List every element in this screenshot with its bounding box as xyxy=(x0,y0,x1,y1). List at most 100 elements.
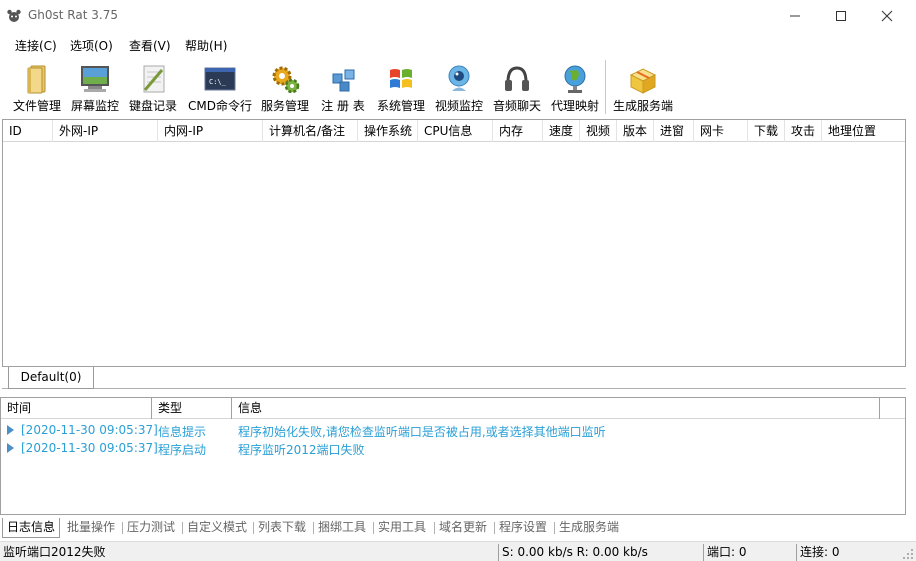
minimize-icon xyxy=(790,15,800,16)
notepad-icon xyxy=(143,65,165,93)
log-row[interactable]: [2020-11-30 09:05:37] 程序启动 程序监听2012端口失败 xyxy=(1,439,905,457)
toolbar: 文件管理 屏幕监控 键盘记录 C:\_ CMD命令行 服务管理 注 册 表 系统… xyxy=(2,58,912,116)
col-memory[interactable]: 内存 xyxy=(493,120,543,142)
proxy-mapping-label: 代理映射 xyxy=(550,99,599,113)
log-list-header: 时间 类型 信息 xyxy=(1,398,905,419)
status-speed: S: 0.00 kb/s R: 0.00 kb/s xyxy=(498,544,702,561)
row-arrow-icon xyxy=(7,425,14,435)
log-list[interactable]: 时间 类型 信息 [2020-11-30 09:05:37] 信息提示 程序初始… xyxy=(0,397,906,515)
status-connections: 连接: 0 xyxy=(796,544,890,561)
svg-text:C:\_: C:\_ xyxy=(209,78,227,86)
host-list-header: ID 外网-IP 内网-IP 计算机名/备注 操作系统 CPU信息 内存 速度 … xyxy=(3,120,905,142)
menu-connect[interactable]: 连接(C) xyxy=(15,37,57,54)
globe-icon xyxy=(564,65,586,93)
col-nic[interactable]: 网卡 xyxy=(694,120,748,142)
audio-chat-label: 音频聊天 xyxy=(492,99,541,113)
file-manager-button[interactable]: 文件管理 xyxy=(10,58,64,116)
proxy-mapping-button[interactable]: 代理映射 xyxy=(548,58,602,116)
maximize-button[interactable] xyxy=(818,0,864,31)
tab-bundle-tool[interactable]: 捆绑工具 xyxy=(314,518,370,538)
status-message: 监听端口2012失败 xyxy=(3,545,106,559)
menu-view[interactable]: 查看(V) xyxy=(129,37,171,54)
registry-label: 注 册 表 xyxy=(321,99,365,113)
package-icon xyxy=(629,68,657,94)
col-external-ip[interactable]: 外网-IP xyxy=(53,120,158,142)
col-computer-name[interactable]: 计算机名/备注 xyxy=(263,120,358,142)
folder-icon xyxy=(27,65,46,94)
minimize-button[interactable] xyxy=(772,0,818,31)
file-manager-label: 文件管理 xyxy=(12,99,61,113)
webcam-icon xyxy=(448,65,470,91)
bottom-tabs: 日志信息 批量操作 压力测试 自定义模式 列表下载 捆绑工具 实用工具 域名更新… xyxy=(0,518,906,538)
build-server-label: 生成服务端 xyxy=(612,99,673,113)
keylogger-label: 键盘记录 xyxy=(128,99,177,113)
col-location[interactable]: 地理位置 xyxy=(822,120,905,142)
system-manager-button[interactable]: 系统管理 xyxy=(374,58,428,116)
col-speed[interactable]: 速度 xyxy=(543,120,580,142)
headphones-icon xyxy=(505,66,529,91)
title-bar: Gh0st Rat 3.75 xyxy=(0,0,916,31)
col-time[interactable]: 时间 xyxy=(1,398,152,419)
host-list[interactable]: ID 外网-IP 内网-IP 计算机名/备注 操作系统 CPU信息 内存 速度 … xyxy=(2,119,906,367)
maximize-icon xyxy=(836,10,846,21)
col-video[interactable]: 视频 xyxy=(580,120,617,142)
col-message[interactable]: 信息 xyxy=(232,398,880,419)
video-monitor-button[interactable]: 视频监控 xyxy=(432,58,486,116)
gears-icon xyxy=(272,66,300,94)
tab-list-download[interactable]: 列表下载 xyxy=(254,518,310,538)
window-title: Gh0st Rat 3.75 xyxy=(28,8,118,22)
windows-icon xyxy=(390,69,412,88)
close-icon xyxy=(881,10,893,21)
status-bar: 监听端口2012失败 S: 0.00 kb/s R: 0.00 kb/s 端口:… xyxy=(0,541,916,561)
host-group-tabs: Default(0) xyxy=(2,367,906,389)
cmd-label: CMD命令行 xyxy=(188,99,252,113)
menu-options[interactable]: 选项(O) xyxy=(70,37,113,54)
col-internal-ip[interactable]: 内网-IP xyxy=(158,120,263,142)
build-server-button[interactable]: 生成服务端 xyxy=(610,58,676,116)
keylogger-button[interactable]: 键盘记录 xyxy=(126,58,180,116)
tab-stress-test[interactable]: 压力测试 xyxy=(123,518,179,538)
monitor-icon xyxy=(81,66,109,92)
menu-help[interactable]: 帮助(H) xyxy=(185,37,227,54)
service-manager-label: 服务管理 xyxy=(260,99,309,113)
system-manager-label: 系统管理 xyxy=(376,99,425,113)
tab-domain-update[interactable]: 域名更新 xyxy=(435,518,491,538)
col-attack[interactable]: 攻击 xyxy=(785,120,822,142)
screen-monitor-label: 屏幕监控 xyxy=(70,99,119,113)
col-window[interactable]: 进窗 xyxy=(654,120,694,142)
col-id[interactable]: ID xyxy=(3,120,53,142)
tab-log-info[interactable]: 日志信息 xyxy=(2,518,61,538)
status-port: 端口: 0 xyxy=(703,544,795,561)
screen-monitor-button[interactable]: 屏幕监控 xyxy=(68,58,122,116)
registry-button[interactable]: 注 册 表 xyxy=(316,58,370,116)
log-message: 程序初始化失败,请您检查监听端口是否被占用,或者选择其他端口监听 xyxy=(238,425,606,439)
close-button[interactable] xyxy=(864,0,910,31)
tab-custom-mode[interactable]: 自定义模式 xyxy=(183,518,251,538)
tab-utilities[interactable]: 实用工具 xyxy=(374,518,430,538)
log-type: 信息提示 xyxy=(158,425,207,439)
video-monitor-label: 视频监控 xyxy=(434,99,483,113)
tab-default[interactable]: Default(0) xyxy=(8,367,94,389)
tab-build-server[interactable]: 生成服务端 xyxy=(555,518,623,538)
tab-batch-ops[interactable]: 批量操作 xyxy=(63,518,119,538)
col-download[interactable]: 下载 xyxy=(748,120,785,142)
terminal-icon: C:\_ xyxy=(204,67,236,91)
menu-bar: 连接(C) 选项(O) 查看(V) 帮助(H) xyxy=(0,32,916,56)
cmd-button[interactable]: C:\_ CMD命令行 xyxy=(184,58,256,116)
log-time: [2020-11-30 09:05:37] xyxy=(21,423,158,437)
tab-settings[interactable]: 程序设置 xyxy=(495,518,551,538)
audio-chat-button[interactable]: 音频聊天 xyxy=(490,58,544,116)
service-manager-button[interactable]: 服务管理 xyxy=(258,58,312,116)
ghost-app-icon xyxy=(7,9,21,22)
col-version[interactable]: 版本 xyxy=(617,120,654,142)
resize-grip-icon[interactable] xyxy=(902,548,914,560)
col-cpu[interactable]: CPU信息 xyxy=(418,120,493,142)
col-os[interactable]: 操作系统 xyxy=(358,120,418,142)
log-row[interactable]: [2020-11-30 09:05:37] 信息提示 程序初始化失败,请您检查监… xyxy=(1,421,905,439)
log-message: 程序监听2012端口失败 xyxy=(238,443,365,457)
row-arrow-icon xyxy=(7,443,14,453)
registry-icon xyxy=(332,69,355,92)
toolbar-separator xyxy=(605,60,606,114)
log-time: [2020-11-30 09:05:37] xyxy=(21,441,158,455)
col-type[interactable]: 类型 xyxy=(152,398,232,419)
